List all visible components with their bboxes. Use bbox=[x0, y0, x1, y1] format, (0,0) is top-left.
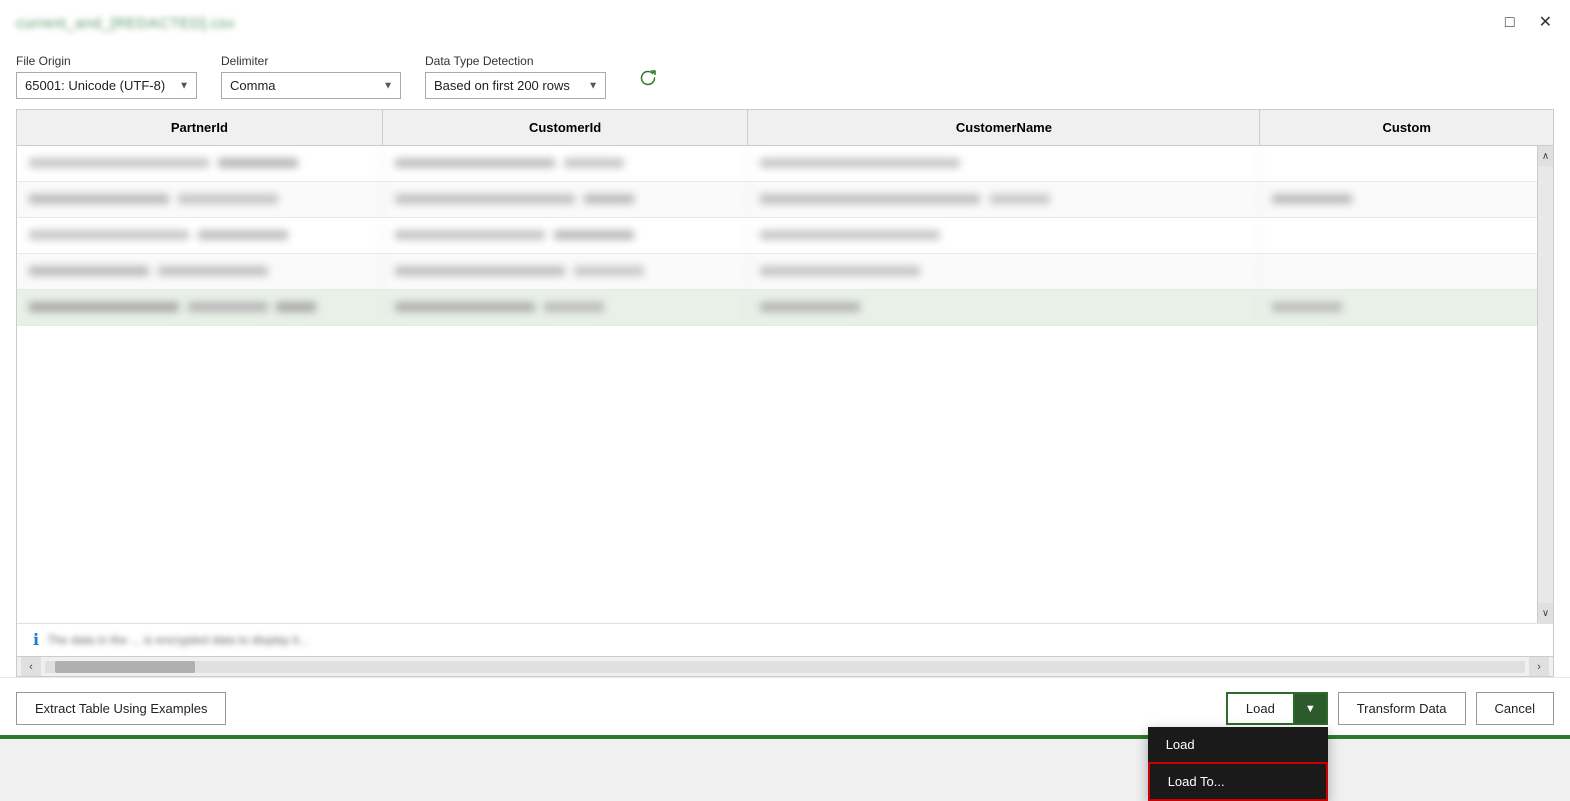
info-icon: ℹ bbox=[33, 630, 39, 650]
data-table-container: PartnerId CustomerId CustomerName Custom… bbox=[16, 109, 1554, 677]
horizontal-scrollbar[interactable]: ‹ › bbox=[17, 656, 1553, 676]
cell bbox=[17, 293, 383, 323]
cell bbox=[1260, 185, 1553, 215]
table-header: PartnerId CustomerId CustomerName Custom… bbox=[17, 110, 1553, 146]
cell bbox=[17, 149, 383, 179]
load-dropdown-menu: Load Load To... bbox=[1148, 727, 1328, 801]
scroll-track bbox=[1538, 166, 1553, 603]
cell bbox=[1260, 228, 1553, 244]
minimize-button[interactable]: □ bbox=[1499, 13, 1521, 33]
data-type-select[interactable]: Based on first 200 rows Based on entire … bbox=[425, 72, 606, 99]
cell bbox=[383, 293, 749, 323]
cell bbox=[383, 185, 749, 215]
info-bar: ℹ The data in the ... is encrypted data … bbox=[17, 623, 1553, 656]
scroll-down-button[interactable]: ∨ bbox=[1538, 603, 1554, 623]
dialog-title: current_and_[REDACTED].csv bbox=[16, 15, 235, 32]
scroll-left-button[interactable]: ‹ bbox=[21, 657, 41, 677]
cell bbox=[1260, 264, 1553, 280]
cell bbox=[383, 257, 749, 287]
column-header-custom: Custom ∧ bbox=[1260, 110, 1553, 145]
refresh-button[interactable] bbox=[634, 64, 662, 97]
cell bbox=[17, 221, 383, 251]
cell bbox=[748, 257, 1260, 287]
cell bbox=[748, 185, 1260, 215]
h-scroll-thumb bbox=[55, 661, 195, 673]
footer-row: Extract Table Using Examples Load ▼ Load… bbox=[0, 677, 1570, 739]
scroll-right-button[interactable]: › bbox=[1529, 657, 1549, 677]
file-origin-select[interactable]: 65001: Unicode (UTF-8) 1252: Windows (AN… bbox=[16, 72, 197, 99]
table-row bbox=[17, 182, 1553, 218]
table-row bbox=[17, 290, 1553, 326]
load-dropdown-button[interactable]: ▼ bbox=[1293, 692, 1328, 725]
footer-right: Load ▼ Load Load To... Transform Data Ca… bbox=[1226, 692, 1554, 725]
cell bbox=[383, 149, 749, 179]
cell bbox=[748, 149, 1260, 179]
delimiter-select-wrapper: Comma Tab Semicolon Space ▼ bbox=[221, 72, 401, 99]
cell bbox=[1260, 293, 1553, 323]
load-dropdown-chevron-icon: ▼ bbox=[1305, 703, 1316, 715]
cell bbox=[748, 293, 1260, 323]
scroll-up-button[interactable]: ∧ bbox=[1538, 146, 1554, 166]
cell bbox=[17, 185, 383, 215]
table-row bbox=[17, 146, 1553, 182]
window-controls: □ ✕ bbox=[1499, 13, 1558, 33]
cell bbox=[383, 221, 749, 251]
refresh-icon bbox=[638, 68, 658, 88]
load-button[interactable]: Load bbox=[1226, 692, 1293, 725]
cell bbox=[748, 221, 1260, 251]
table-body: ∧ ∨ bbox=[17, 146, 1553, 623]
cell bbox=[1260, 156, 1553, 172]
delimiter-label: Delimiter bbox=[221, 54, 401, 68]
column-header-customername: CustomerName bbox=[748, 110, 1260, 145]
controls-row: File Origin 65001: Unicode (UTF-8) 1252:… bbox=[0, 44, 1570, 109]
info-text: The data in the ... is encrypted data to… bbox=[47, 633, 308, 647]
load-menu-item-load[interactable]: Load bbox=[1148, 727, 1328, 762]
file-origin-group: File Origin 65001: Unicode (UTF-8) 1252:… bbox=[16, 54, 197, 99]
cell bbox=[17, 257, 383, 287]
bottom-accent-bar bbox=[0, 735, 1570, 739]
extract-table-button[interactable]: Extract Table Using Examples bbox=[16, 692, 226, 725]
column-header-partnerid: PartnerId bbox=[17, 110, 383, 145]
delimiter-group: Delimiter Comma Tab Semicolon Space ▼ bbox=[221, 54, 401, 99]
table-row bbox=[17, 254, 1553, 290]
file-origin-label: File Origin bbox=[16, 54, 197, 68]
vertical-scrollbar[interactable]: ∧ ∨ bbox=[1537, 146, 1553, 623]
file-origin-select-wrapper: 65001: Unicode (UTF-8) 1252: Windows (AN… bbox=[16, 72, 197, 99]
data-type-label: Data Type Detection bbox=[425, 54, 606, 68]
cancel-button[interactable]: Cancel bbox=[1476, 692, 1554, 725]
delimiter-select[interactable]: Comma Tab Semicolon Space bbox=[221, 72, 401, 99]
data-type-group: Data Type Detection Based on first 200 r… bbox=[425, 54, 606, 99]
column-header-customerid: CustomerId bbox=[383, 110, 749, 145]
column-header-custom-text: Custom bbox=[1383, 120, 1431, 135]
close-button[interactable]: ✕ bbox=[1533, 13, 1558, 33]
table-row bbox=[17, 218, 1553, 254]
dialog-container: current_and_[REDACTED].csv □ ✕ File Orig… bbox=[0, 0, 1570, 739]
h-scroll-track bbox=[45, 661, 1525, 673]
data-type-select-wrapper: Based on first 200 rows Based on entire … bbox=[425, 72, 606, 99]
load-menu-item-load-to[interactable]: Load To... bbox=[1148, 762, 1328, 801]
load-button-group: Load ▼ Load Load To... bbox=[1226, 692, 1328, 725]
transform-data-button[interactable]: Transform Data bbox=[1338, 692, 1466, 725]
title-bar: current_and_[REDACTED].csv □ ✕ bbox=[0, 0, 1570, 44]
